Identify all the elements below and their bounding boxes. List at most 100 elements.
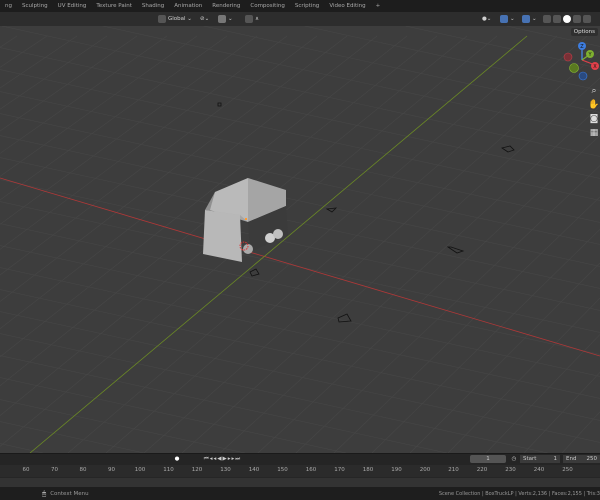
end-value: 250 <box>586 456 598 462</box>
gizmo-z[interactable]: Z <box>580 44 584 50</box>
ruler-tick-label: 90 <box>108 467 115 473</box>
current-frame-field[interactable]: 1 <box>470 455 506 463</box>
camera-view-icon[interactable]: ◙ <box>588 112 600 126</box>
start-label: Start <box>523 456 537 462</box>
grid-line <box>0 311 600 443</box>
timeline-ruler[interactable]: 60 70 80 90 100 110 120 130 140 150 160 170 180 190 20… <box>0 465 600 477</box>
camera-object <box>501 145 515 153</box>
workspace-tab[interactable]: Shading <box>137 3 169 9</box>
zoom-icon[interactable]: ⌕ <box>588 84 600 98</box>
ruler-tick-label: 130 <box>220 467 231 473</box>
snap-icon <box>218 15 226 23</box>
grid-line <box>0 267 600 399</box>
grid-line <box>0 35 498 447</box>
status-bar: 🖱 Context Menu Scene Collection | BoxTru… <box>0 487 600 500</box>
end-frame-field[interactable]: End 250 <box>563 455 600 463</box>
workspace-tab[interactable]: Sculpting <box>17 3 53 9</box>
gizmo-x[interactable]: X <box>593 64 597 70</box>
overlay-toggle[interactable]: ⌄ <box>522 14 537 24</box>
rendered-icon <box>583 15 591 23</box>
workspace-tab[interactable]: Texture Paint <box>91 3 137 9</box>
grid-line <box>203 26 600 113</box>
ruler-tick-label: 190 <box>391 467 402 473</box>
y-axis-line <box>29 35 528 453</box>
ruler-tick-label: 160 <box>305 467 317 473</box>
grid-line <box>0 377 346 453</box>
grid-line <box>0 179 600 311</box>
box-truck[interactable] <box>203 178 288 262</box>
grid-line <box>0 289 600 421</box>
ruler-tick-label: 250 <box>562 467 573 473</box>
jump-end-icon[interactable]: ⏭ <box>235 455 241 463</box>
start-frame-field[interactable]: Start 1 <box>520 455 560 463</box>
next-key-icon[interactable]: ▸▸ <box>228 455 236 463</box>
playback-controls[interactable]: ⏮ ◂◂ ◀ ▶ ▸▸ ⏭ <box>195 455 250 463</box>
grid-ortho-icon[interactable]: ▦ <box>588 126 600 140</box>
visibility-dropdown[interactable]: ●⌄ <box>482 14 491 24</box>
navigation-controls: ⌕ ✋ ◙ ▦ <box>588 84 600 140</box>
transform-orientation-dropdown[interactable]: Global ⌄ <box>158 14 192 24</box>
camera-object <box>249 268 260 277</box>
workspace-tab[interactable]: Rendering <box>207 3 245 9</box>
grid-line <box>0 113 600 245</box>
grid-line <box>0 399 246 453</box>
floor-grid <box>0 26 600 453</box>
pivot-dropdown[interactable]: ⊘⌄ <box>200 14 209 24</box>
workspace-tab[interactable]: UV Editing <box>53 3 92 9</box>
workspace-tab[interactable]: ng <box>0 3 17 9</box>
stopwatch-icon[interactable]: ◷ <box>510 455 518 463</box>
grid-line <box>485 334 600 453</box>
workspace-tab[interactable]: Compositing <box>245 3 289 9</box>
grid-line <box>0 245 600 377</box>
gizmo-toggle[interactable]: ⌄ <box>500 14 515 24</box>
workspace-tab[interactable]: + <box>371 3 386 9</box>
navigation-gizmo: Z X Y <box>563 42 599 81</box>
orientation-label: Global <box>168 16 186 22</box>
workspace-tab[interactable]: Video Editing <box>324 3 370 9</box>
grid-line <box>0 135 600 267</box>
prev-key-icon[interactable]: ◂◂ <box>210 455 218 463</box>
end-label: End <box>566 456 577 462</box>
mouse-icon: 🖱 <box>42 489 47 498</box>
ruler-tick-label: 60 <box>22 467 30 473</box>
ruler-tick-label: 150 <box>277 467 288 473</box>
shading-modes[interactable] <box>543 14 593 24</box>
grid-line <box>0 157 600 289</box>
grid-line <box>0 443 44 453</box>
ruler-tick-label: 220 <box>476 467 488 473</box>
overlay-icon <box>522 15 530 23</box>
x-axis-line <box>0 177 600 357</box>
ruler-tick-label: 170 <box>334 467 345 473</box>
grid-line <box>0 35 48 68</box>
3d-viewport[interactable]: Z X Y <box>0 26 600 453</box>
grid-line <box>561 411 600 453</box>
workspace-tab[interactable]: Animation <box>169 3 207 9</box>
grid-line <box>0 35 228 201</box>
grid-line <box>0 35 108 110</box>
camera-object <box>446 246 465 254</box>
workspace-tab[interactable]: Scripting <box>290 3 324 9</box>
grid-line <box>295 165 600 453</box>
ruler-tick-label: 120 <box>191 467 203 473</box>
grid-line <box>371 229 600 453</box>
options-dropdown[interactable]: Options <box>570 28 598 36</box>
proportional-edit[interactable]: ∧ <box>245 14 259 24</box>
grid-line <box>0 35 168 154</box>
grid-line <box>0 35 378 329</box>
ruler-tick-label: 200 <box>419 467 431 473</box>
timeline-track[interactable] <box>0 477 600 487</box>
grid-line <box>409 262 600 453</box>
orientation-icon <box>158 15 166 23</box>
ruler-tick-label: 180 <box>362 467 374 473</box>
scene-stats: Scene Collection | BoxTruckLP | Verts:2,… <box>438 490 600 497</box>
grid-line <box>0 223 600 355</box>
grid-line <box>1 26 600 157</box>
grid-line <box>0 35 18 48</box>
solid-icon <box>563 15 571 23</box>
hand-pan-icon[interactable]: ✋ <box>588 98 600 112</box>
record-button[interactable]: ● <box>172 455 182 463</box>
ruler-tick-label: 110 <box>163 467 174 473</box>
snap-toggle[interactable]: ⌄ <box>218 14 233 24</box>
grid-line <box>67 35 558 453</box>
workspace-tabs: ng Sculpting UV Editing Texture Paint Shadin… <box>0 0 600 12</box>
